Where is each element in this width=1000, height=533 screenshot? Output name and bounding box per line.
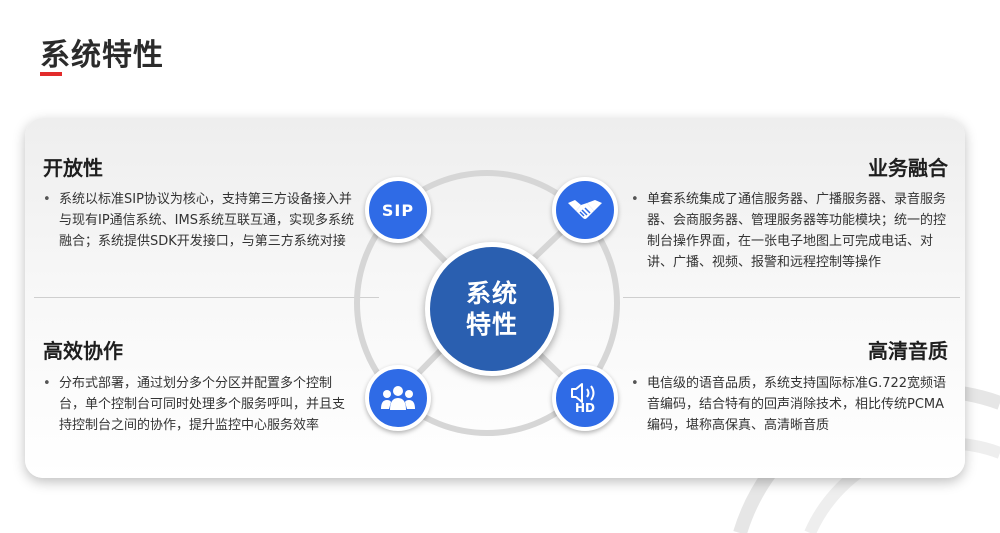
audio-text: 电信级的语音品质，系统支持国际标准G.722宽频语音编码，结合特有的回声消除技术… bbox=[631, 373, 951, 436]
integration-title: 业务融合 bbox=[868, 156, 948, 180]
title-underline bbox=[40, 72, 62, 76]
audio-list: 电信级的语音品质，系统支持国际标准G.722宽频语音编码，结合特有的回声消除技术… bbox=[631, 373, 951, 436]
team-icon bbox=[365, 365, 431, 431]
team-glyph bbox=[381, 386, 415, 410]
handshake-glyph bbox=[568, 200, 602, 219]
openness-text: 系统以标准SIP协议为核心，支持第三方设备接入并与现有IP通信系统、IMS系统互… bbox=[43, 189, 355, 252]
divider-left bbox=[34, 297, 379, 298]
openness-list: 系统以标准SIP协议为核心，支持第三方设备接入并与现有IP通信系统、IMS系统互… bbox=[43, 189, 355, 252]
handshake-icon bbox=[552, 177, 618, 243]
collaboration-title: 高效协作 bbox=[43, 339, 123, 363]
center-circle: 系统 特性 bbox=[425, 242, 559, 376]
audio-title: 高清音质 bbox=[868, 339, 948, 363]
hd-audio-icon: HD bbox=[552, 365, 618, 431]
divider-right bbox=[623, 297, 960, 298]
hd-icon-label: HD bbox=[574, 401, 595, 415]
sip-icon-label: SIP bbox=[381, 200, 415, 220]
center-label-line2: 特性 bbox=[465, 310, 518, 339]
collaboration-list: 分布式部署，通过划分多个分区并配置多个控制台，单个控制台可同时处理多个服务呼叫，… bbox=[43, 373, 347, 436]
collaboration-text: 分布式部署，通过划分多个分区并配置多个控制台，单个控制台可同时处理多个服务呼叫，… bbox=[43, 373, 347, 436]
center-label-line1: 系统 bbox=[465, 279, 518, 308]
features-card: 开放性 系统以标准SIP协议为核心，支持第三方设备接入并与现有IP通信系统、IM… bbox=[25, 118, 965, 478]
integration-list: 单套系统集成了通信服务器、广播服务器、录音服务器、会商服务器、管理服务器等功能模… bbox=[631, 189, 951, 273]
page-title: 系统特性 bbox=[40, 38, 164, 73]
openness-title: 开放性 bbox=[43, 156, 103, 180]
sip-icon: SIP bbox=[365, 177, 431, 243]
integration-text: 单套系统集成了通信服务器、广播服务器、录音服务器、会商服务器、管理服务器等功能模… bbox=[631, 189, 951, 273]
